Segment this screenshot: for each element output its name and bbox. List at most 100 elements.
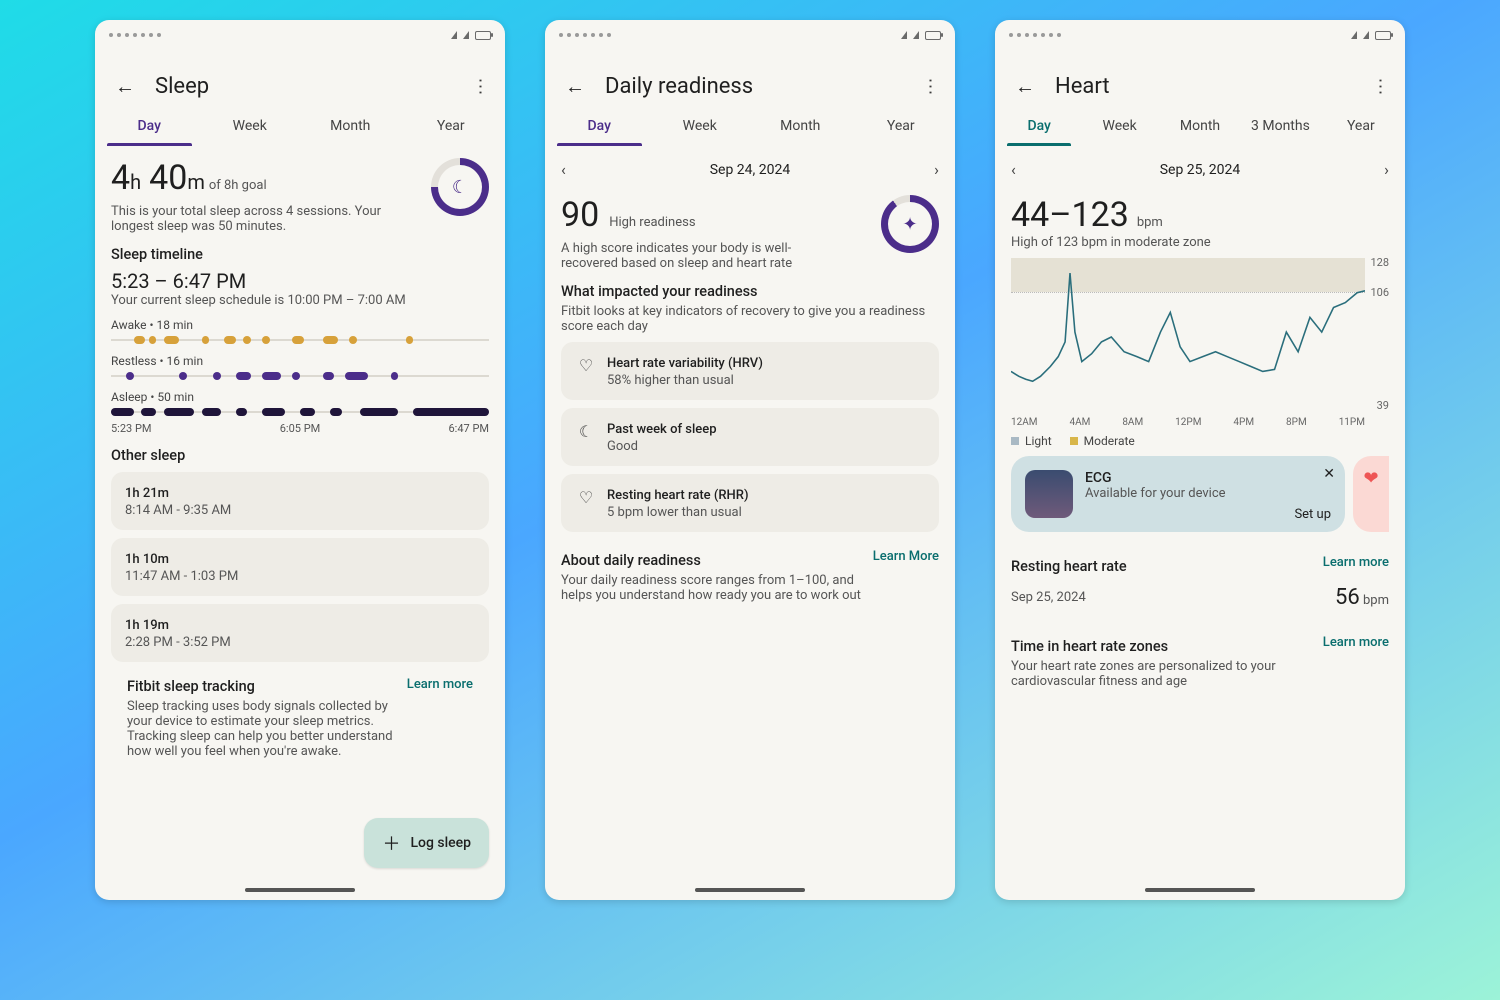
next-day-button[interactable]: › [1384, 160, 1389, 179]
close-button[interactable]: ✕ [1323, 466, 1335, 482]
tab-week[interactable]: Week [1079, 108, 1159, 146]
tracking-body: Sleep tracking uses body signals collect… [111, 699, 423, 759]
score-label: High readiness [609, 215, 695, 230]
heart-icon: ❤ [1363, 468, 1378, 489]
timeline-range: 5:23 – 6:47 PM [111, 269, 489, 293]
hr-subtitle: High of 123 bpm in moderate zone [1011, 235, 1389, 250]
time-span: 8:14 AM - 9:35 AM [125, 503, 475, 518]
legend-dot-light [1011, 437, 1019, 445]
item-title: Past week of sleep [607, 422, 717, 437]
heart-icon: ♡ [575, 354, 597, 376]
x-tick: 12PM [1175, 417, 1201, 428]
setup-button[interactable]: Set up [1294, 507, 1331, 522]
item-title: Resting heart rate (RHR) [607, 488, 749, 503]
home-indicator [695, 888, 805, 892]
item-sub: Good [607, 439, 717, 454]
minutes-unit: m [187, 170, 205, 194]
heart-rate-chart[interactable]: 128 106 39 12AM 4AM 8AM 12PM 4PM 8PM 11P… [1011, 258, 1389, 428]
more-menu-button[interactable]: ⋯ [1370, 77, 1391, 95]
tab-3months[interactable]: 3 Months [1240, 108, 1320, 146]
learn-more-link[interactable]: Learn more [1323, 635, 1389, 650]
duration: 1h 10m [125, 552, 475, 567]
heart-icon: ♡ [575, 486, 597, 508]
tab-year[interactable]: Year [851, 108, 952, 146]
prev-day-button[interactable]: ‹ [1011, 160, 1016, 179]
ecg-sub: Available for your device [1085, 486, 1226, 501]
x-tick: 4AM [1069, 417, 1090, 428]
status-bar [995, 20, 1405, 44]
signal-icon [463, 31, 469, 39]
legend-dot-moderate [1070, 437, 1078, 445]
axis-mid: 6:05 PM [280, 422, 320, 435]
other-sleep-item[interactable]: 1h 10m 11:47 AM - 1:03 PM [111, 538, 489, 596]
back-button[interactable]: ← [1011, 72, 1039, 100]
awake-label: Awake • 18 min [111, 318, 489, 332]
back-button[interactable]: ← [111, 72, 139, 100]
ecg-prompt-card[interactable]: ECG Available for your device ✕ Set up [1011, 456, 1345, 532]
prev-day-button[interactable]: ‹ [561, 160, 566, 179]
ecg-title: ECG [1085, 470, 1226, 486]
tab-year[interactable]: Year [401, 108, 502, 146]
learn-more-link[interactable]: Learn more [1323, 555, 1389, 570]
tab-day[interactable]: Day [99, 108, 200, 146]
log-sleep-button[interactable]: ＋ Log sleep [364, 818, 489, 868]
back-button[interactable]: ← [561, 72, 589, 100]
date-label: Sep 25, 2024 [1160, 162, 1241, 178]
other-sleep-item[interactable]: 1h 19m 2:28 PM - 3:52 PM [111, 604, 489, 662]
restless-label: Restless • 16 min [111, 354, 489, 368]
time-span: 11:47 AM - 1:03 PM [125, 569, 475, 584]
asleep-label: Asleep • 50 min [111, 390, 489, 404]
tab-month[interactable]: Month [300, 108, 401, 146]
battery-icon [475, 31, 491, 40]
duration: 1h 19m [125, 618, 475, 633]
tab-month[interactable]: Month [750, 108, 851, 146]
x-tick: 12AM [1011, 417, 1038, 428]
time-span: 2:28 PM - 3:52 PM [125, 635, 475, 650]
impact-item-rhr[interactable]: ♡ Resting heart rate (RHR) 5 bpm lower t… [561, 474, 939, 532]
x-tick: 8PM [1286, 417, 1307, 428]
x-tick: 4PM [1233, 417, 1254, 428]
hours-value: 4 [111, 158, 130, 198]
x-tick: 8AM [1122, 417, 1143, 428]
more-menu-button[interactable]: ⋯ [470, 77, 491, 95]
impact-item-hrv[interactable]: ♡ Heart rate variability (HRV) 58% highe… [561, 342, 939, 400]
sleep-timeline-chart[interactable]: Awake • 18 min Restless • 16 min Asleep … [111, 318, 489, 435]
tracking-heading: Fitbit sleep tracking [127, 678, 255, 695]
rhr-value: 56 bpm [1335, 585, 1389, 610]
y-label-mid: 106 [1370, 286, 1389, 299]
log-sleep-label: Log sleep [410, 835, 471, 851]
signal-icon [1363, 31, 1369, 39]
battery-icon [925, 31, 941, 40]
more-menu-button[interactable]: ⋯ [920, 77, 941, 95]
tab-week[interactable]: Week [200, 108, 301, 146]
tab-day[interactable]: Day [549, 108, 650, 146]
impact-item-sleep[interactable]: ☾ Past week of sleep Good [561, 408, 939, 466]
date-label: Sep 24, 2024 [710, 162, 791, 178]
tab-week[interactable]: Week [650, 108, 751, 146]
tab-year[interactable]: Year [1321, 108, 1401, 146]
score-sub: A high score indicates your body is well… [561, 241, 821, 271]
activity-icon: ✦ [902, 214, 917, 235]
hr-line [1011, 262, 1365, 412]
next-prompt-peek[interactable]: ❤ [1353, 456, 1389, 532]
moon-icon: ☾ [452, 177, 468, 198]
learn-more-link[interactable]: Learn More [873, 549, 939, 564]
tab-day[interactable]: Day [999, 108, 1079, 146]
impact-sub: Fitbit looks at key indicators of recove… [561, 304, 939, 334]
x-tick: 11PM [1339, 417, 1365, 428]
home-indicator [245, 888, 355, 892]
hr-unit: bpm [1137, 215, 1163, 230]
zones-heading: Time in heart rate zones [1011, 638, 1168, 655]
item-sub: 58% higher than usual [607, 373, 763, 388]
learn-more-link[interactable]: Learn more [407, 677, 473, 692]
tab-month[interactable]: Month [1160, 108, 1240, 146]
home-indicator [1145, 888, 1255, 892]
next-day-button[interactable]: › [934, 160, 939, 179]
legend-label: Light [1025, 434, 1052, 448]
other-sleep-item[interactable]: 1h 21m 8:14 AM - 9:35 AM [111, 472, 489, 530]
sleep-summary: This is your total sleep across 4 sessio… [111, 204, 391, 234]
time-range-tabs: Day Week Month Year [545, 108, 955, 146]
about-body: Your daily readiness score ranges from 1… [561, 573, 871, 603]
phone-readiness: ← Daily readiness ⋯ Day Week Month Year … [545, 20, 955, 900]
zones-body: Your heart rate zones are personalized t… [1011, 659, 1351, 689]
